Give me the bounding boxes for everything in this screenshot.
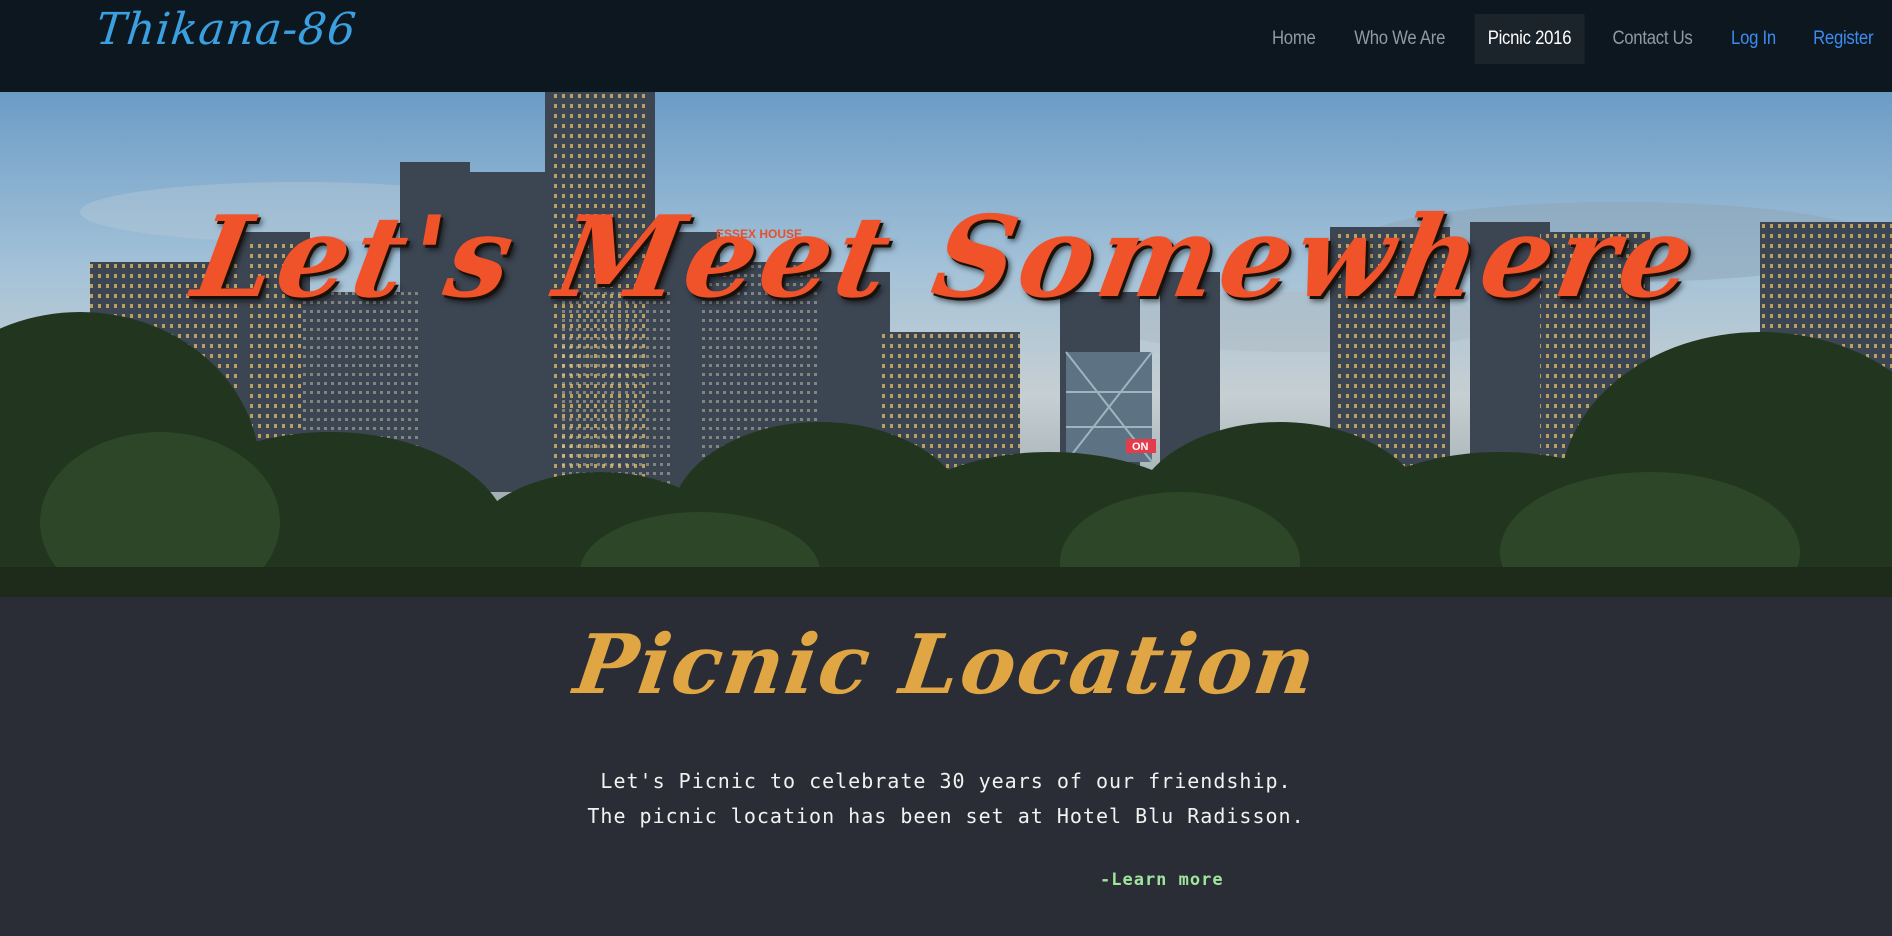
city-skyline-image: ESSEX HOUSE ON: [0, 92, 1892, 597]
nav-picnic-2016[interactable]: Picnic 2016: [1474, 14, 1585, 64]
nav-home[interactable]: Home: [1259, 14, 1329, 64]
nav-register[interactable]: Register: [1800, 14, 1887, 64]
picnic-location-section: Picnic Location Let's Picnic to celebrat…: [0, 597, 1892, 936]
brand-logo[interactable]: Thikana-86: [93, 4, 359, 62]
nav-log-in[interactable]: Log In: [1717, 14, 1788, 64]
navbar: Thikana-86 Home Who We Are Picnic 2016 C…: [0, 0, 1892, 92]
section-title: Picnic Location: [568, 617, 1324, 713]
description-line-1: Let's Picnic to celebrate 30 years of ou…: [600, 769, 1292, 793]
neon-sign: ON: [1132, 441, 1149, 453]
hero-banner: ESSEX HOUSE ON Let's Meet Somewhere: [0, 92, 1892, 597]
nav-menu: Home Who We Are Picnic 2016 Contact Us L…: [1254, 14, 1892, 64]
nav-who-we-are[interactable]: Who We Are: [1341, 14, 1458, 64]
nav-contact-us[interactable]: Contact Us: [1599, 14, 1705, 64]
description-line-2: The picnic location has been set at Hote…: [587, 804, 1305, 828]
learn-more-link[interactable]: -Learn more: [1100, 870, 1224, 890]
hero-title: Let's Meet Somewhere: [184, 192, 1708, 323]
